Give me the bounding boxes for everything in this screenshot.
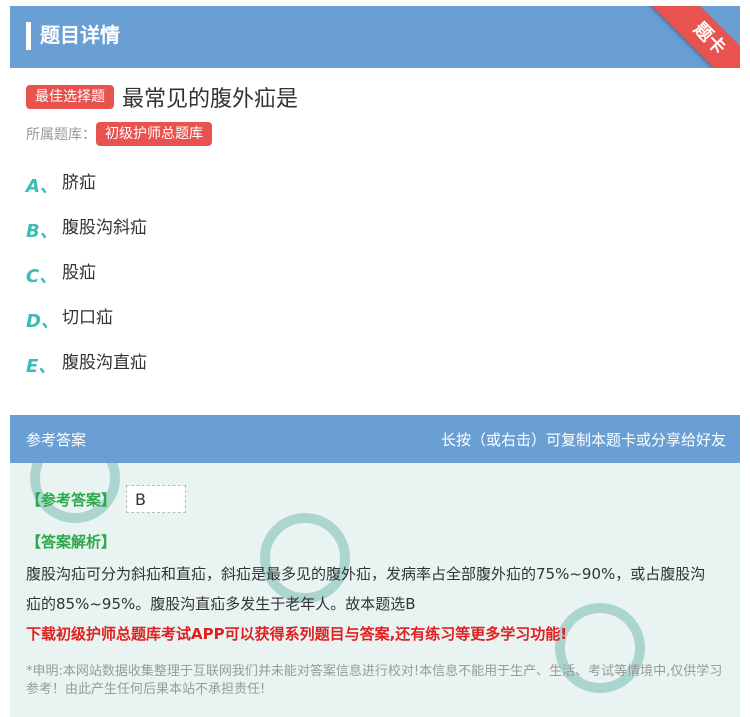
option-text: 切口疝 <box>62 308 113 328</box>
option-c[interactable]: C、 股疝 <box>26 262 147 307</box>
option-letter: A、 <box>26 176 58 197</box>
options-list: A、 脐疝 B、 腹股沟斜疝 C、 股疝 D、 切口疝 E、 腹股沟直疝 <box>26 172 147 397</box>
card-header: 题目详情 题卡 <box>10 6 740 68</box>
header-accent-bar <box>26 22 31 50</box>
option-e[interactable]: E、 腹股沟直疝 <box>26 352 147 397</box>
corner-badge: 题卡 <box>638 6 740 68</box>
reference-answer-row: 【参考答案】 B <box>26 485 187 513</box>
bank-tag[interactable]: 初级护师总题库 <box>96 122 212 146</box>
disclaimer-text: *申明:本网站数据收集整理于互联网我们并未能对答案信息进行校对!本信息不能用于生… <box>26 664 723 697</box>
bank-label: 所属题库： <box>26 127 96 143</box>
option-text: 股疝 <box>62 263 96 283</box>
option-letter: C、 <box>26 266 58 287</box>
option-text: 腹股沟直疝 <box>62 353 147 373</box>
option-text: 腹股沟斜疝 <box>62 218 147 238</box>
corner-ribbon-label: 题卡 <box>643 6 740 68</box>
share-hint: 长按（或右击）可复制本题卡或分享给好友 <box>440 431 726 449</box>
analysis-text: 腹股沟疝可分为斜疝和直疝，斜疝是最多见的腹外疝，发病率占全部腹外疝的75%~90… <box>26 565 706 613</box>
option-letter: D、 <box>26 311 59 332</box>
option-b[interactable]: B、 腹股沟斜疝 <box>26 217 147 262</box>
option-text: 脐疝 <box>62 173 96 193</box>
question-bank-line: 所属题库： 初级护师总题库 <box>26 122 212 146</box>
download-promo-link[interactable]: 下载初级护师总题库考试APP可以获得系列题目与答案,还有练习等更多学习功能! <box>26 623 567 644</box>
option-a[interactable]: A、 脐疝 <box>26 172 147 217</box>
header-title: 题目详情 <box>40 23 120 47</box>
option-letter: E、 <box>26 356 57 377</box>
answer-header: 参考答案 长按（或右击）可复制本题卡或分享给好友 <box>10 415 740 463</box>
answer-section-title: 参考答案 <box>26 431 87 449</box>
question-line: 最佳选择题 最常见的腹外疝是 <box>26 82 298 112</box>
question-card: 题目详情 题卡 最佳选择题 最常见的腹外疝是 所属题库： 初级护师总题库 A、 … <box>10 6 740 717</box>
reference-answer-label: 【参考答案】 <box>26 490 117 509</box>
answer-body: 【参考答案】 B 【答案解析】 腹股沟疝可分为斜疝和直疝，斜疝是最多见的腹外疝，… <box>10 463 740 717</box>
question-text: 最常见的腹外疝是 <box>122 87 299 112</box>
analysis-label: 【答案解析】 <box>26 533 117 551</box>
question-type-tag: 最佳选择题 <box>26 85 114 109</box>
option-d[interactable]: D、 切口疝 <box>26 307 147 352</box>
option-letter: B、 <box>26 221 58 242</box>
reference-answer-value: B <box>126 485 187 513</box>
